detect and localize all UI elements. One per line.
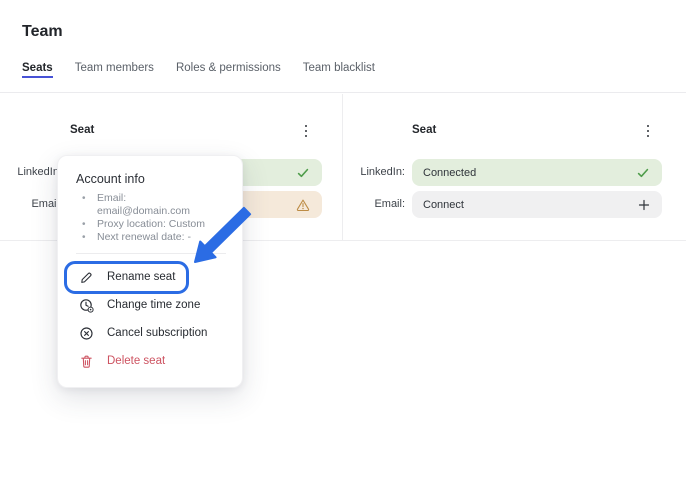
tab-team-blacklist[interactable]: Team blacklist bbox=[303, 62, 375, 78]
tab-bar: Seats Team members Roles & permissions T… bbox=[0, 55, 686, 93]
plus-icon bbox=[638, 199, 650, 211]
menu-item-rename-seat[interactable]: Rename seat bbox=[76, 263, 228, 291]
menu-item-delete-seat[interactable]: Delete seat bbox=[76, 347, 228, 375]
seat-card-title: Seat bbox=[70, 124, 94, 136]
linkedin-label: LinkedIn: bbox=[345, 166, 405, 178]
tab-seats[interactable]: Seats bbox=[22, 62, 53, 78]
tab-team-members[interactable]: Team members bbox=[75, 62, 154, 78]
cancel-circle-icon bbox=[79, 326, 94, 341]
kebab-menu-icon[interactable] bbox=[640, 122, 656, 140]
account-info-details: Email: email@domain.com Proxy location: … bbox=[76, 192, 228, 244]
detail-next-renewal: Next renewal date: - bbox=[76, 231, 228, 244]
email-connect-text: Connect bbox=[423, 199, 464, 211]
kebab-menu-icon[interactable] bbox=[298, 122, 314, 140]
menu-divider bbox=[76, 253, 226, 254]
menu-item-change-time-zone[interactable]: Change time zone bbox=[76, 291, 228, 319]
linkedin-status-pill: Connected bbox=[412, 159, 662, 186]
clock-timezone-icon bbox=[79, 298, 94, 313]
linkedin-label: LinkedIn: bbox=[2, 166, 62, 178]
seat-context-menu: Account info Email: email@domain.com Pro… bbox=[57, 155, 243, 388]
menu-item-cancel-subscription[interactable]: Cancel subscription bbox=[76, 319, 228, 347]
detail-proxy-location: Proxy location: Custom bbox=[76, 218, 228, 231]
email-label: Email: bbox=[2, 198, 62, 210]
detail-email: Email: email@domain.com bbox=[76, 192, 228, 218]
account-info-heading: Account info bbox=[76, 172, 228, 186]
pencil-icon bbox=[79, 270, 94, 285]
trash-icon bbox=[79, 354, 94, 369]
linkedin-status-text: Connected bbox=[423, 167, 476, 179]
email-connect-button[interactable]: Connect bbox=[412, 191, 662, 218]
column-divider bbox=[342, 94, 343, 240]
warning-icon bbox=[296, 198, 310, 212]
email-label: Email: bbox=[345, 198, 405, 210]
page-title: Team bbox=[22, 23, 63, 41]
check-icon bbox=[296, 166, 310, 180]
check-icon bbox=[636, 166, 650, 180]
tab-roles-permissions[interactable]: Roles & permissions bbox=[176, 62, 281, 78]
seat-card-title: Seat bbox=[412, 124, 436, 136]
